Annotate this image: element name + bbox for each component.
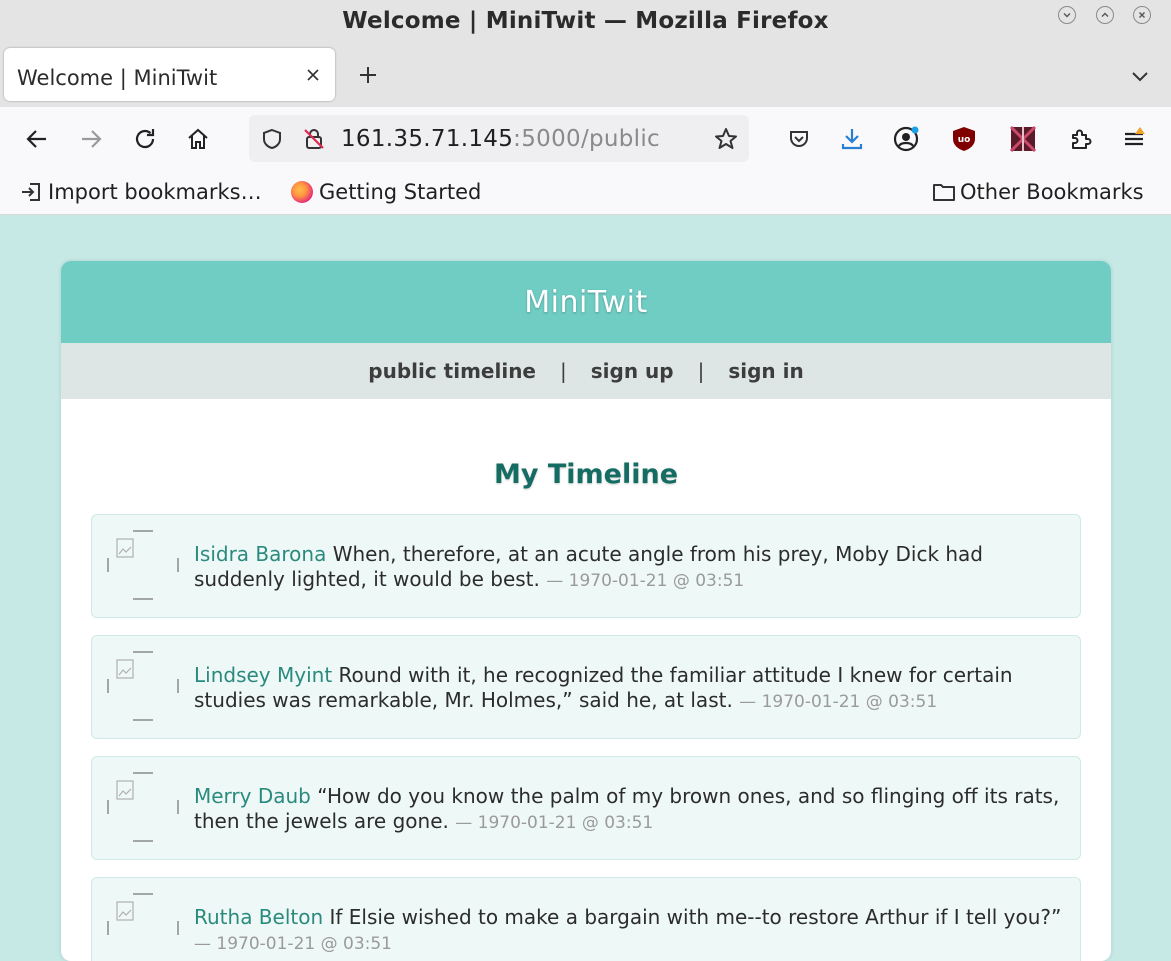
url-host: 161.35.71.145 (341, 126, 514, 152)
minitwit-page: MiniTwit public timeline | sign up | sig… (61, 261, 1111, 961)
message-text: Lindsey Myint Round with it, he recogniz… (194, 663, 1066, 715)
back-button[interactable] (23, 125, 51, 153)
tab-title: Welcome | MiniTwit (17, 66, 218, 90)
chevron-up-icon (1101, 12, 1109, 17)
import-bookmarks-item[interactable]: Import bookmarks… (20, 180, 262, 204)
close-icon (1139, 12, 1145, 18)
message-author-link[interactable]: Rutha Belton (194, 905, 323, 929)
other-bookmarks-folder[interactable]: Other Bookmarks (932, 180, 1144, 204)
broken-image-avatar-icon[interactable] (107, 529, 179, 601)
window-titlebar: Welcome | MiniTwit — Mozilla Firefox (0, 0, 1171, 44)
folder-icon (933, 184, 955, 201)
list-all-tabs-chevron-icon[interactable] (1130, 66, 1150, 86)
message-body: If Elsie wished to make a bargain with m… (329, 905, 1062, 929)
message-date: — 1970-01-21 @ 03:51 (194, 934, 392, 954)
hamburger-menu-icon (1125, 127, 1145, 146)
site-navigation: public timeline | sign up | sign in (61, 343, 1111, 399)
downloads-button[interactable] (838, 125, 866, 153)
sign-in-link[interactable]: sign in (728, 359, 803, 383)
message-date: — 1970-01-21 @ 03:51 (739, 692, 938, 712)
message-author-link[interactable]: Merry Daub (194, 784, 311, 808)
firefox-logo-icon (291, 181, 313, 203)
site-header: MiniTwit (61, 261, 1111, 343)
url-bar[interactable]: 161.35.71.145:5000/public (249, 115, 749, 162)
message-date: — 1970-01-21 @ 03:51 (455, 813, 654, 833)
nav-separator: | (560, 359, 567, 383)
forward-button[interactable] (77, 125, 105, 153)
message-text: Rutha Belton If Elsie wished to make a b… (194, 905, 1066, 957)
bookmark-star-icon[interactable] (713, 126, 739, 152)
account-icon (893, 126, 919, 152)
message-text: Merry Daub “How do you know the palm of … (194, 784, 1066, 836)
pocket-icon (790, 131, 808, 147)
sign-up-link[interactable]: sign up (591, 359, 674, 383)
pattern-extension-icon (1010, 126, 1036, 152)
maximize-button[interactable] (1096, 6, 1114, 24)
message-author-link[interactable]: Lindsey Myint (194, 663, 332, 687)
message-item: Rutha Belton If Elsie wished to make a b… (91, 877, 1081, 961)
puzzle-icon (1072, 129, 1092, 149)
message-date: — 1970-01-21 @ 03:51 (546, 571, 745, 591)
ublock-extension-button[interactable]: uo (950, 125, 978, 153)
close-window-button[interactable] (1133, 6, 1151, 24)
page-body: My Timeline Isidra Barona When, therefor… (61, 459, 1111, 961)
nav-toolbar: 161.35.71.145:5000/public uo (0, 107, 1171, 171)
url-path: :5000/public (513, 126, 661, 152)
svg-text:uo: uo (958, 135, 971, 145)
tab-close-icon[interactable] (305, 67, 321, 83)
pocket-button[interactable] (785, 125, 813, 153)
getting-started-bookmark[interactable]: Getting Started (291, 180, 481, 204)
message-author-link[interactable]: Isidra Barona (194, 542, 326, 566)
reload-button[interactable] (131, 125, 159, 153)
arrow-left-icon (26, 130, 46, 148)
minimize-button[interactable] (1058, 6, 1076, 24)
shield-icon[interactable] (259, 126, 285, 152)
page-heading: My Timeline (493, 459, 679, 490)
message-item: Merry Daub “How do you know the palm of … (91, 756, 1081, 860)
message-item: Isidra Barona When, therefore, at an acu… (91, 514, 1081, 618)
broken-image-avatar-icon[interactable] (107, 771, 179, 843)
import-bookmarks-label: Import bookmarks… (48, 180, 262, 204)
insecure-lock-icon[interactable] (301, 126, 327, 152)
extensions-button[interactable] (1067, 125, 1095, 153)
other-bookmarks-label: Other Bookmarks (960, 180, 1144, 204)
nav-separator: | (697, 359, 705, 383)
chevron-down-icon (1063, 13, 1071, 18)
url-text: 161.35.71.145:5000/public (341, 126, 660, 152)
download-icon (841, 129, 863, 150)
getting-started-label: Getting Started (319, 180, 482, 204)
bookmarks-toolbar: Import bookmarks… Getting Started Other … (0, 171, 1171, 215)
tab-strip: Welcome | MiniTwit (0, 44, 1171, 107)
site-title: MiniTwit (524, 284, 648, 320)
tab-active[interactable]: Welcome | MiniTwit (4, 48, 335, 101)
home-button[interactable] (184, 125, 212, 153)
message-text: Isidra Barona When, therefore, at an acu… (194, 542, 1066, 594)
arrow-right-icon (82, 130, 102, 148)
extension-button[interactable] (1009, 125, 1037, 153)
new-tab-plus-icon[interactable] (356, 63, 380, 87)
message-item: Lindsey Myint Round with it, he recogniz… (91, 635, 1081, 739)
import-icon (22, 183, 40, 201)
ublock-shield-icon: uo (953, 127, 975, 151)
broken-image-avatar-icon[interactable] (107, 650, 179, 722)
home-icon (188, 128, 208, 149)
window-title: Welcome | MiniTwit — Mozilla Firefox (342, 8, 829, 34)
account-button[interactable] (892, 125, 920, 153)
public-timeline-link[interactable]: public timeline (368, 359, 536, 383)
reload-icon (135, 129, 155, 149)
app-menu-button[interactable] (1121, 125, 1149, 153)
